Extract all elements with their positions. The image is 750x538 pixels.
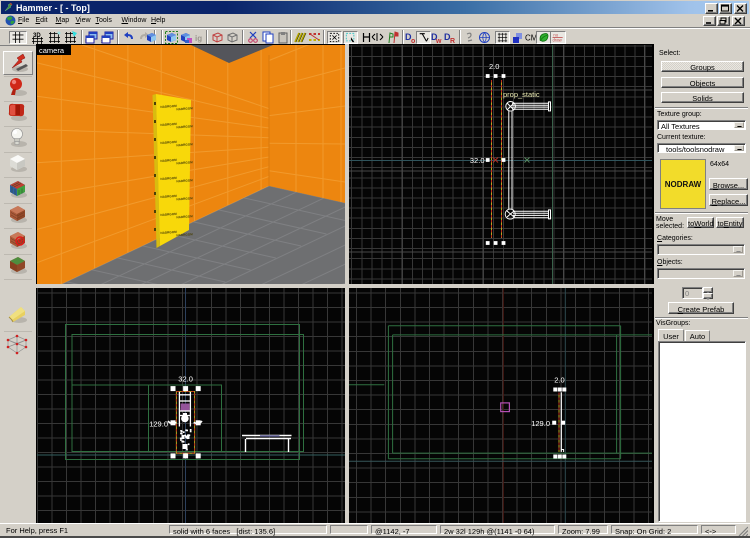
svg-text:2.0: 2.0 xyxy=(489,62,499,71)
svg-text:129.0: 129.0 xyxy=(149,420,168,429)
svg-text:ig: ig xyxy=(195,34,202,43)
svg-text:32.0: 32.0 xyxy=(470,156,485,165)
svg-text:camera: camera xyxy=(39,46,65,55)
svg-text:2.0: 2.0 xyxy=(554,376,564,385)
svg-text:129.0: 129.0 xyxy=(531,419,550,428)
svg-text:draw: draw xyxy=(553,37,563,42)
svg-text:32.0: 32.0 xyxy=(178,375,193,384)
svg-text:prop_static: prop_static xyxy=(503,90,540,99)
